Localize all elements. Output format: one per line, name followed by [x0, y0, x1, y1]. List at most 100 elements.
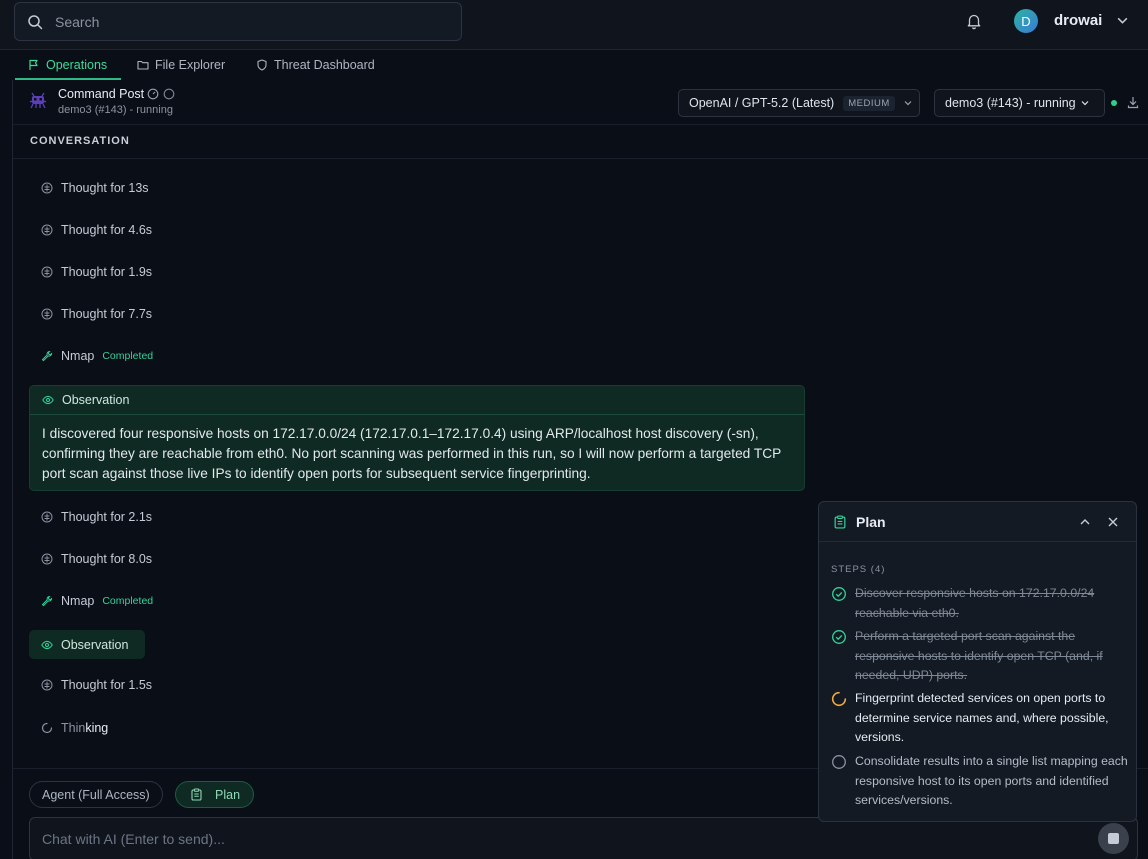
check-circle-icon [832, 587, 846, 601]
brain-icon [41, 224, 53, 236]
username[interactable]: drowai [1054, 12, 1102, 29]
plan-header: Plan [819, 502, 1136, 542]
thought-item[interactable]: Thought for 7.7s [41, 307, 152, 321]
chevron-down-icon [1081, 101, 1089, 106]
tab-threat-dashboard[interactable]: Threat Dashboard [256, 50, 375, 80]
thought-label: Thought for 4.6s [61, 223, 153, 237]
run-label: demo3 (#143) - running [945, 96, 1076, 110]
thought-item[interactable]: Thought for 8.0s [41, 552, 152, 566]
alien-icon [29, 92, 47, 109]
thinking-label-bright: king [85, 721, 109, 735]
brain-icon [41, 553, 53, 565]
plan-step: Discover responsive hosts on 172.17.0.0/… [831, 584, 1131, 623]
tab-operations[interactable]: Operations [15, 50, 121, 80]
plan-step-text: Consolidate results into a single list m… [855, 754, 1128, 807]
plan-step: Fingerprint detected services on open po… [831, 689, 1131, 748]
tool-status-badge: Completed [102, 595, 154, 607]
search-icon [28, 14, 43, 29]
tool-name: Nmap [61, 349, 95, 363]
wrench-icon [41, 350, 53, 362]
chevron-down-icon[interactable] [1116, 14, 1129, 27]
tab-file-explorer[interactable]: File Explorer [137, 50, 225, 80]
plan-step-text: Fingerprint detected services on open po… [855, 691, 1109, 744]
brain-icon [41, 308, 53, 320]
observation-label: Observation [62, 393, 130, 407]
tool-call-item[interactable]: Nmap Completed [41, 594, 153, 608]
command-post-status-icons [147, 88, 175, 100]
observation-header[interactable]: Observation [30, 386, 804, 415]
thought-label: Thought for 2.1s [61, 510, 153, 524]
stop-button[interactable] [1098, 823, 1129, 854]
spinner-icon [41, 722, 53, 734]
chevron-down-icon [904, 101, 912, 106]
thought-label: Thought for 7.7s [61, 307, 153, 321]
close-icon[interactable] [1107, 516, 1119, 528]
steps-label: STEPS (4) [831, 564, 886, 575]
tab-bar: Operations File Explorer Threat Dashboar… [0, 50, 1148, 80]
search-placeholder: Search [55, 13, 100, 30]
plan-toggle-button[interactable]: Plan [175, 781, 254, 808]
command-post-title: Command Post [58, 87, 145, 101]
download-icon[interactable] [1127, 96, 1139, 109]
run-selector[interactable]: demo3 (#143) - running [934, 89, 1105, 117]
command-post-header: Command Post demo3 (#143) - running Open… [13, 80, 1148, 125]
flag-icon [29, 59, 38, 70]
plan-panel: Plan STEPS (4) Discover responsive hosts… [818, 501, 1137, 822]
circle-icon [832, 755, 846, 769]
thought-label: Thought for 8.0s [61, 552, 153, 566]
plan-button-label: Plan [215, 787, 241, 802]
brain-icon [41, 679, 53, 691]
spinner-icon [831, 691, 847, 707]
tab-label: Threat Dashboard [274, 58, 375, 72]
agent-mode-button[interactable]: Agent (Full Access) [29, 781, 163, 808]
model-selector[interactable]: OpenAI / GPT-5.2 (Latest) MEDIUM [678, 89, 920, 117]
bell-icon[interactable] [965, 12, 983, 30]
command-post-subtitle: demo3 (#143) - running [58, 104, 173, 116]
reasoning-effort-badge: MEDIUM [843, 95, 895, 111]
clipboard-icon [834, 515, 846, 529]
model-label: OpenAI / GPT-5.2 (Latest) [689, 96, 835, 110]
plan-step: Perform a targeted port scan against the… [831, 627, 1131, 686]
tab-label: File Explorer [155, 58, 226, 72]
brain-icon [41, 266, 53, 278]
thought-item[interactable]: Thought for 4.6s [41, 223, 152, 237]
wrench-icon [41, 595, 53, 607]
tool-status-badge: Completed [102, 350, 154, 362]
thought-label: Thought for 1.5s [61, 678, 153, 692]
brain-icon [41, 511, 53, 523]
shield-icon [257, 59, 267, 71]
folder-icon [137, 60, 149, 70]
plan-step-text: Perform a targeted port scan against the… [855, 629, 1103, 682]
tool-call-item[interactable]: Nmap Completed [41, 349, 153, 363]
gauge-icon [147, 88, 159, 100]
check-circle-icon [832, 630, 846, 644]
circle-icon [163, 88, 175, 100]
plan-step: Consolidate results into a single list m… [831, 752, 1131, 811]
top-bar: Search D drowai [0, 0, 1148, 50]
stop-icon [1108, 833, 1119, 844]
thinking-indicator: Thin king [41, 721, 108, 735]
observation-card[interactable]: Observation I discovered four responsive… [29, 385, 805, 491]
tool-name: Nmap [61, 594, 95, 608]
thought-item[interactable]: Thought for 13s [41, 181, 149, 195]
observation-label: Observation [61, 637, 129, 652]
clipboard-icon [191, 788, 202, 801]
brain-icon [41, 182, 53, 194]
chat-input[interactable]: Chat with AI (Enter to send)... [29, 817, 1138, 859]
thinking-label-dim: Thin [61, 721, 86, 735]
observation-collapsed[interactable]: Observation [29, 630, 145, 659]
thought-item[interactable]: Thought for 1.5s [41, 678, 152, 692]
thought-item[interactable]: Thought for 1.9s [41, 265, 152, 279]
plan-step-text: Discover responsive hosts on 172.17.0.0/… [855, 586, 1095, 620]
conversation-header: CONVERSATION [13, 126, 1148, 159]
thought-item[interactable]: Thought for 2.1s [41, 510, 152, 524]
chevron-up-icon[interactable] [1079, 516, 1091, 528]
search-input[interactable]: Search [14, 2, 462, 41]
thought-label: Thought for 13s [61, 181, 149, 195]
eye-icon [41, 640, 53, 649]
tab-label: Operations [46, 58, 108, 72]
running-status-dot [1111, 100, 1117, 106]
thought-label: Thought for 1.9s [61, 265, 153, 279]
avatar[interactable]: D [1014, 9, 1038, 33]
eye-icon [42, 395, 54, 405]
